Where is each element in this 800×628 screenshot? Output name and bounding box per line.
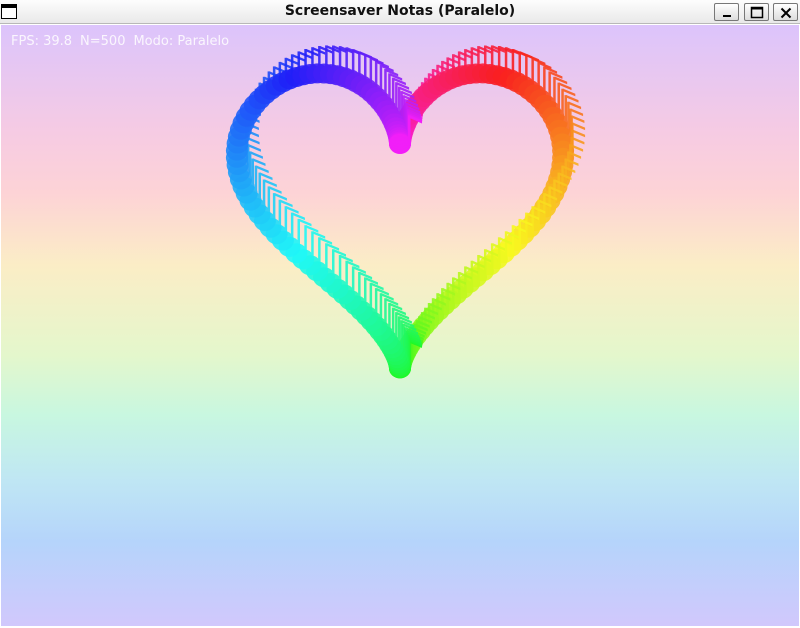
screensaver-canvas[interactable]: FPS: 39.8 N=500 Modo: Paralelo xyxy=(1,25,799,626)
window-title: Screensaver Notas (Paralelo) xyxy=(284,3,516,19)
close-icon xyxy=(780,7,792,19)
app-window: Screensaver Notas (Paralelo) FPS: 39.8 N=… xyxy=(0,0,800,628)
heart-of-notes xyxy=(225,45,586,379)
title-bar[interactable]: Screensaver Notas (Paralelo) xyxy=(0,0,800,24)
close-button[interactable] xyxy=(773,3,798,21)
maximize-icon xyxy=(750,6,764,19)
minimize-button[interactable] xyxy=(714,3,739,21)
minimize-icon xyxy=(723,15,731,17)
maximize-button[interactable] xyxy=(744,3,769,21)
